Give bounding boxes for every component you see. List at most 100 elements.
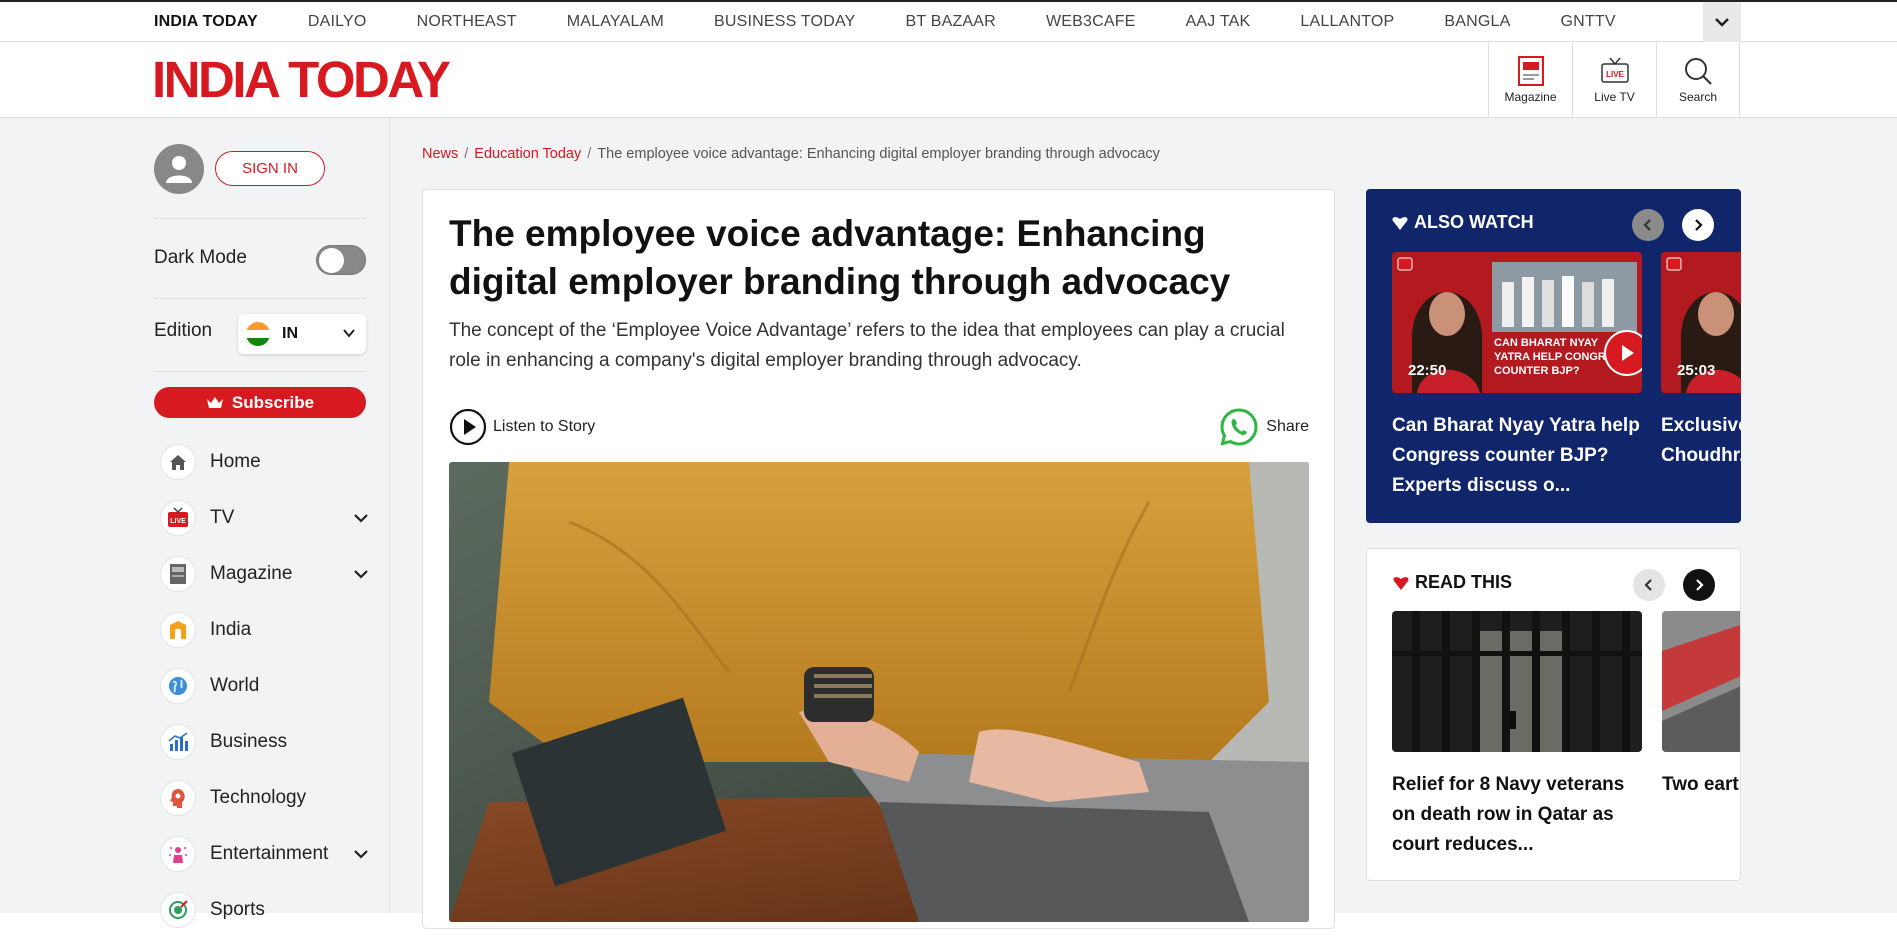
story-title[interactable]: Two eart magnitu Japan co <box>1662 770 1740 800</box>
chevron-left-icon <box>1644 579 1652 591</box>
read-this-title: READ THIS <box>1415 572 1513 592</box>
also-watch-panel: ALSO WATCH CAN BHARAT NYAY YATRA HELP CO… <box>1366 189 1741 523</box>
chevron-down-icon <box>1715 18 1729 27</box>
sidebar-item-world[interactable]: World <box>160 658 370 714</box>
thumb-text-1: CAN BHARAT NYAY <box>1494 337 1599 349</box>
play-circle-icon <box>449 408 487 446</box>
heart-pin-icon <box>1393 576 1409 590</box>
sidebar-item-label: Home <box>210 451 261 472</box>
also-watch-next-button[interactable] <box>1682 209 1714 241</box>
chevron-left-icon <box>1643 219 1651 231</box>
article-title: The employee voice advantage: Enhancing … <box>449 213 1231 302</box>
story-thumbnail[interactable] <box>1662 611 1740 752</box>
network-link-malayalam[interactable]: MALAYALAM <box>567 13 664 31</box>
article-hero-image <box>449 462 1309 922</box>
share-button[interactable]: Share <box>1220 408 1309 446</box>
video-thumbnail[interactable]: CAN BHARAT NYAY YATRA HELP CONGRESS COUN… <box>1392 252 1642 393</box>
sidebar-item-label: Entertainment <box>210 843 329 864</box>
read-this-next-button[interactable] <box>1683 569 1715 601</box>
search-label: Search <box>1678 90 1718 104</box>
header-actions: Magazine LIVE Live TV Search <box>1488 42 1740 118</box>
globe-icon <box>160 668 196 704</box>
video-title[interactable]: Exclusive Kaul spe Choudhr... <box>1661 411 1741 471</box>
sidebar-item-india[interactable]: India <box>160 602 370 658</box>
home-icon <box>160 444 196 480</box>
chevron-down-icon[interactable] <box>352 565 370 583</box>
dark-mode-toggle[interactable] <box>316 245 366 275</box>
network-link-northeast[interactable]: NORTHEAST <box>417 13 517 31</box>
listen-to-story-button[interactable]: Listen to Story <box>449 408 595 446</box>
also-watch-title: ALSO WATCH <box>1414 212 1534 232</box>
live-tv-icon: LIVE <box>1600 57 1629 83</box>
whatsapp-icon <box>1220 408 1258 446</box>
sidebar-item-label: Technology <box>210 787 307 808</box>
video-title[interactable]: Can Bharat Nyay Yatra help Congress coun… <box>1392 411 1642 501</box>
video-duration: 22:50 <box>1408 362 1447 379</box>
site-logo[interactable]: INDIA TODAY <box>152 50 451 109</box>
breadcrumb-education-today[interactable]: Education Today <box>474 146 581 162</box>
network-link-dailyo[interactable]: DAILYO <box>308 13 367 31</box>
entertainment-icon <box>160 836 196 872</box>
live-tv-icon: LIVE <box>160 500 196 536</box>
site-header: INDIA TODAY Magazine LIVE Live TV Search <box>0 42 1897 118</box>
read-this-prev-button[interactable] <box>1633 569 1665 601</box>
network-link-business-today[interactable]: BUSINESS TODAY <box>714 13 856 31</box>
read-this-panel: READ THIS Relief for 8 Navy veterans on … <box>1366 548 1741 881</box>
network-link-bt-bazaar[interactable]: BT BAZAAR <box>906 13 996 31</box>
network-links: INDIA TODAY DAILYO NORTHEAST MALAYALAM B… <box>154 2 1666 42</box>
sidebar-item-magazine[interactable]: Magazine <box>160 546 370 602</box>
chevron-down-icon <box>343 329 355 338</box>
article-summary: The concept of the ‘Employee Voice Advan… <box>449 320 1285 371</box>
sidebar-item-business[interactable]: Business <box>160 714 370 770</box>
chevron-down-icon[interactable] <box>352 509 370 527</box>
play-icon <box>1622 345 1634 361</box>
breadcrumb-current: The employee voice advantage: Enhancing … <box>597 146 1160 162</box>
story-card[interactable]: Relief for 8 Navy veterans on death row … <box>1392 611 1642 860</box>
subscribe-label: Subscribe <box>231 392 315 412</box>
search-icon <box>1685 58 1712 85</box>
more-networks-button[interactable] <box>1703 2 1741 42</box>
network-link-india-today[interactable]: INDIA TODAY <box>154 13 258 31</box>
network-link-web3cafe[interactable]: WEB3CAFE <box>1046 13 1136 31</box>
user-icon <box>166 156 192 183</box>
subscribe-button[interactable]: Subscribe <box>154 387 366 418</box>
magazine-button[interactable]: Magazine <box>1488 42 1572 118</box>
sidebar-item-entertainment[interactable]: Entertainment <box>160 826 370 882</box>
chevron-down-icon[interactable] <box>352 845 370 863</box>
bar-chart-icon <box>160 724 196 760</box>
network-link-aaj-tak[interactable]: AAJ TAK <box>1186 13 1251 31</box>
edition-select[interactable]: IN <box>238 314 366 354</box>
sign-in-button[interactable]: SIGN IN <box>215 151 325 186</box>
network-link-gnttv[interactable]: GNTTV <box>1561 13 1616 31</box>
chevron-right-icon <box>1696 579 1704 591</box>
avatar[interactable] <box>154 144 204 194</box>
sidebar-divider <box>154 371 366 372</box>
network-link-lallantop[interactable]: LALLANTOP <box>1300 13 1394 31</box>
sidebar-item-sports[interactable]: Sports <box>160 882 370 938</box>
breadcrumb-news[interactable]: News <box>422 146 458 162</box>
video-card[interactable]: CAN BHARAT NYAY YATRA HELP CONGRESS COUN… <box>1392 252 1642 501</box>
sidebar-item-tv[interactable]: LIVE TV <box>160 490 370 546</box>
magazine-label: Magazine <box>1504 90 1557 104</box>
search-button[interactable]: Search <box>1656 42 1740 118</box>
heart-pin-icon <box>1392 216 1408 230</box>
play-button[interactable] <box>1604 330 1642 376</box>
story-card[interactable]: Two eart magnitu Japan co <box>1662 611 1740 800</box>
story-thumbnail[interactable] <box>1392 611 1642 752</box>
network-link-bangla[interactable]: BANGLA <box>1444 13 1510 31</box>
also-watch-prev-button[interactable] <box>1632 209 1664 241</box>
hero-photo <box>449 462 1309 922</box>
video-thumbnail[interactable]: 25:03 <box>1661 252 1741 393</box>
dark-mode-label: Dark Mode <box>154 247 247 268</box>
sidebar-item-label: World <box>210 675 260 696</box>
thumbnail-art <box>1662 611 1740 752</box>
video-card[interactable]: 25:03 Exclusive Kaul spe Choudhr... <box>1661 252 1741 471</box>
read-this-heading: READ THIS <box>1393 572 1512 593</box>
brain-icon <box>160 780 196 816</box>
sidebar-item-technology[interactable]: Technology <box>160 770 370 826</box>
toggle-knob <box>319 248 344 273</box>
sidebar-item-home[interactable]: Home <box>160 434 370 490</box>
sidebar-divider <box>154 218 366 219</box>
live-tv-button[interactable]: LIVE Live TV <box>1572 42 1656 118</box>
story-title[interactable]: Relief for 8 Navy veterans on death row … <box>1392 770 1642 860</box>
